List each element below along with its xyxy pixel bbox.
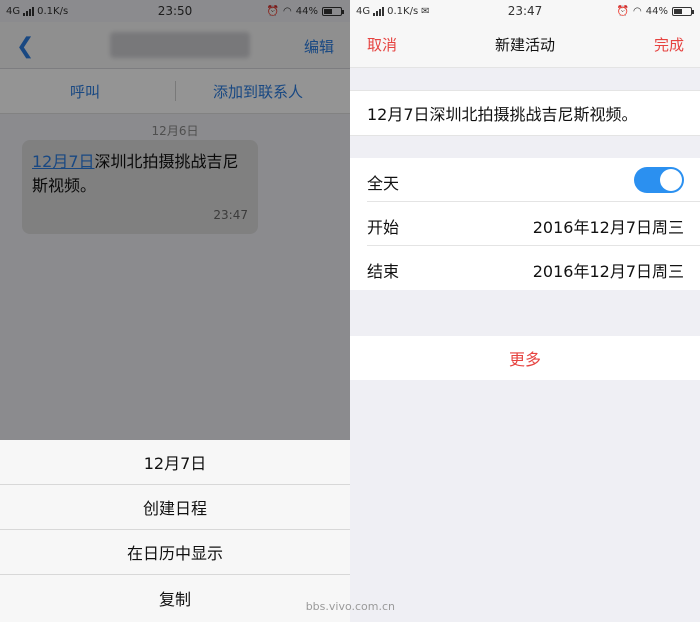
start-label: 开始 [367, 218, 400, 237]
start-row[interactable]: 开始 2016年12月7日周三 [350, 202, 700, 246]
end-row[interactable]: 结束 2016年12月7日周三 [350, 246, 700, 290]
all-day-toggle[interactable] [634, 167, 684, 193]
watermark: bbs.vivo.com.cn [305, 600, 395, 613]
end-value: 2016年12月7日周三 [532, 262, 684, 281]
dim-overlay[interactable] [0, 0, 350, 440]
start-value: 2016年12月7日周三 [532, 218, 684, 237]
end-label: 结束 [367, 262, 400, 281]
sheet-option-copy[interactable]: 复制 [0, 575, 350, 620]
event-title-field[interactable]: 12月7日深圳北拍摄挑战吉尼斯视频。 [350, 90, 700, 136]
all-day-row: 全天 [350, 158, 700, 202]
all-day-label: 全天 [367, 174, 400, 193]
done-button[interactable]: 完成 [654, 34, 684, 55]
new-event-nav-bar: 取消 新建活动 完成 [350, 22, 700, 68]
left-phone-screen: 4G 0.1K/s 23:50 ⏰ ◠ 44% ❮ 编辑 呼叫 添加到联系人 1… [0, 0, 350, 622]
more-button[interactable]: 更多 [350, 336, 700, 380]
status-bar: 4G 0.1K/s ✉ 23:47 ⏰ ◠ 44% [350, 0, 700, 22]
right-phone-screen: 4G 0.1K/s ✉ 23:47 ⏰ ◠ 44% 取消 新建活动 完成 12月… [350, 0, 700, 622]
battery-icon [672, 7, 694, 16]
wifi-icon: ◠ [633, 6, 642, 17]
alarm-icon: ⏰ [616, 6, 630, 17]
toggle-knob [660, 169, 682, 191]
battery-percent: 44% [645, 6, 668, 17]
page-title: 新建活动 [494, 36, 555, 54]
action-sheet: 12月7日 创建日程 在日历中显示 复制 [0, 440, 350, 622]
sheet-option-date: 12月7日 [0, 440, 350, 485]
sheet-option-create-event[interactable]: 创建日程 [0, 485, 350, 530]
sheet-option-show-in-calendar[interactable]: 在日历中显示 [0, 530, 350, 575]
